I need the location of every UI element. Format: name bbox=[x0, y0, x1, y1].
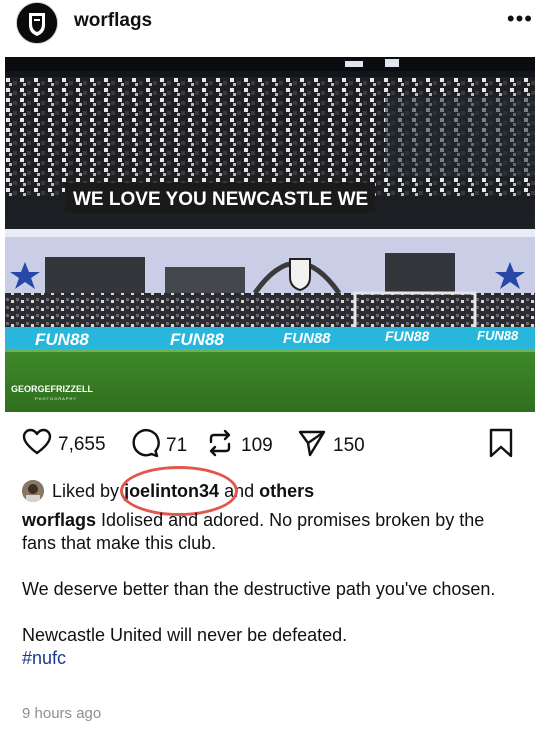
adboard-text-2: FUN88 bbox=[170, 330, 224, 349]
bookmark-icon[interactable] bbox=[488, 428, 514, 463]
profile-avatar[interactable] bbox=[16, 2, 58, 44]
hashtag-link[interactable]: #nufc bbox=[22, 647, 522, 670]
comment-action[interactable]: 71 bbox=[130, 428, 187, 463]
like-action[interactable]: 7,655 bbox=[22, 428, 106, 461]
caption-text-3: Newcastle United will never be defeated. bbox=[22, 625, 348, 645]
comment-icon[interactable] bbox=[130, 428, 160, 463]
watermark-name: GEORGEFRIZZELL bbox=[11, 384, 94, 394]
post-header: worflags ••• bbox=[0, 0, 557, 46]
adboard-text-1: FUN88 bbox=[35, 330, 89, 349]
repost-icon[interactable] bbox=[205, 428, 235, 463]
liked-by-prefix: Liked by bbox=[52, 480, 120, 501]
adboard-text-4: FUN88 bbox=[385, 328, 430, 344]
caption-author[interactable]: worflags bbox=[22, 510, 96, 530]
post-image[interactable]: WE LOVE YOU NEWCASTLE WE FUN88 FUN88 FUN… bbox=[5, 57, 535, 412]
post-caption: worflags Idolised and adored. No promise… bbox=[22, 509, 522, 670]
crowd-banner-text: WE LOVE YOU NEWCASTLE WE bbox=[73, 189, 368, 210]
watermark-sub: PHOTOGRAPHY bbox=[35, 396, 77, 401]
caption-line-1: worflags Idolised and adored. No promise… bbox=[22, 509, 522, 555]
send-icon[interactable] bbox=[297, 428, 327, 463]
more-options-icon[interactable]: ••• bbox=[507, 6, 533, 32]
adboard-text-5: FUN88 bbox=[477, 328, 519, 343]
repost-count: 109 bbox=[241, 434, 273, 456]
share-action[interactable]: 150 bbox=[297, 428, 365, 463]
repost-action[interactable]: 109 bbox=[205, 428, 273, 463]
post-username[interactable]: worflags bbox=[74, 10, 152, 32]
liker-avatar[interactable] bbox=[22, 480, 44, 502]
share-count: 150 bbox=[333, 434, 365, 456]
caption-text-2: We deserve better than the destructive p… bbox=[22, 579, 496, 599]
like-count: 7,655 bbox=[58, 433, 106, 455]
liked-by-others[interactable]: others bbox=[259, 481, 314, 502]
comment-count: 71 bbox=[166, 434, 188, 456]
adboard-text-3: FUN88 bbox=[283, 330, 331, 347]
heart-icon[interactable] bbox=[22, 428, 52, 461]
post-timestamp: 9 hours ago bbox=[22, 705, 102, 722]
post-actions: 7,655 71 109 150 bbox=[0, 420, 557, 466]
save-action[interactable] bbox=[488, 428, 514, 463]
